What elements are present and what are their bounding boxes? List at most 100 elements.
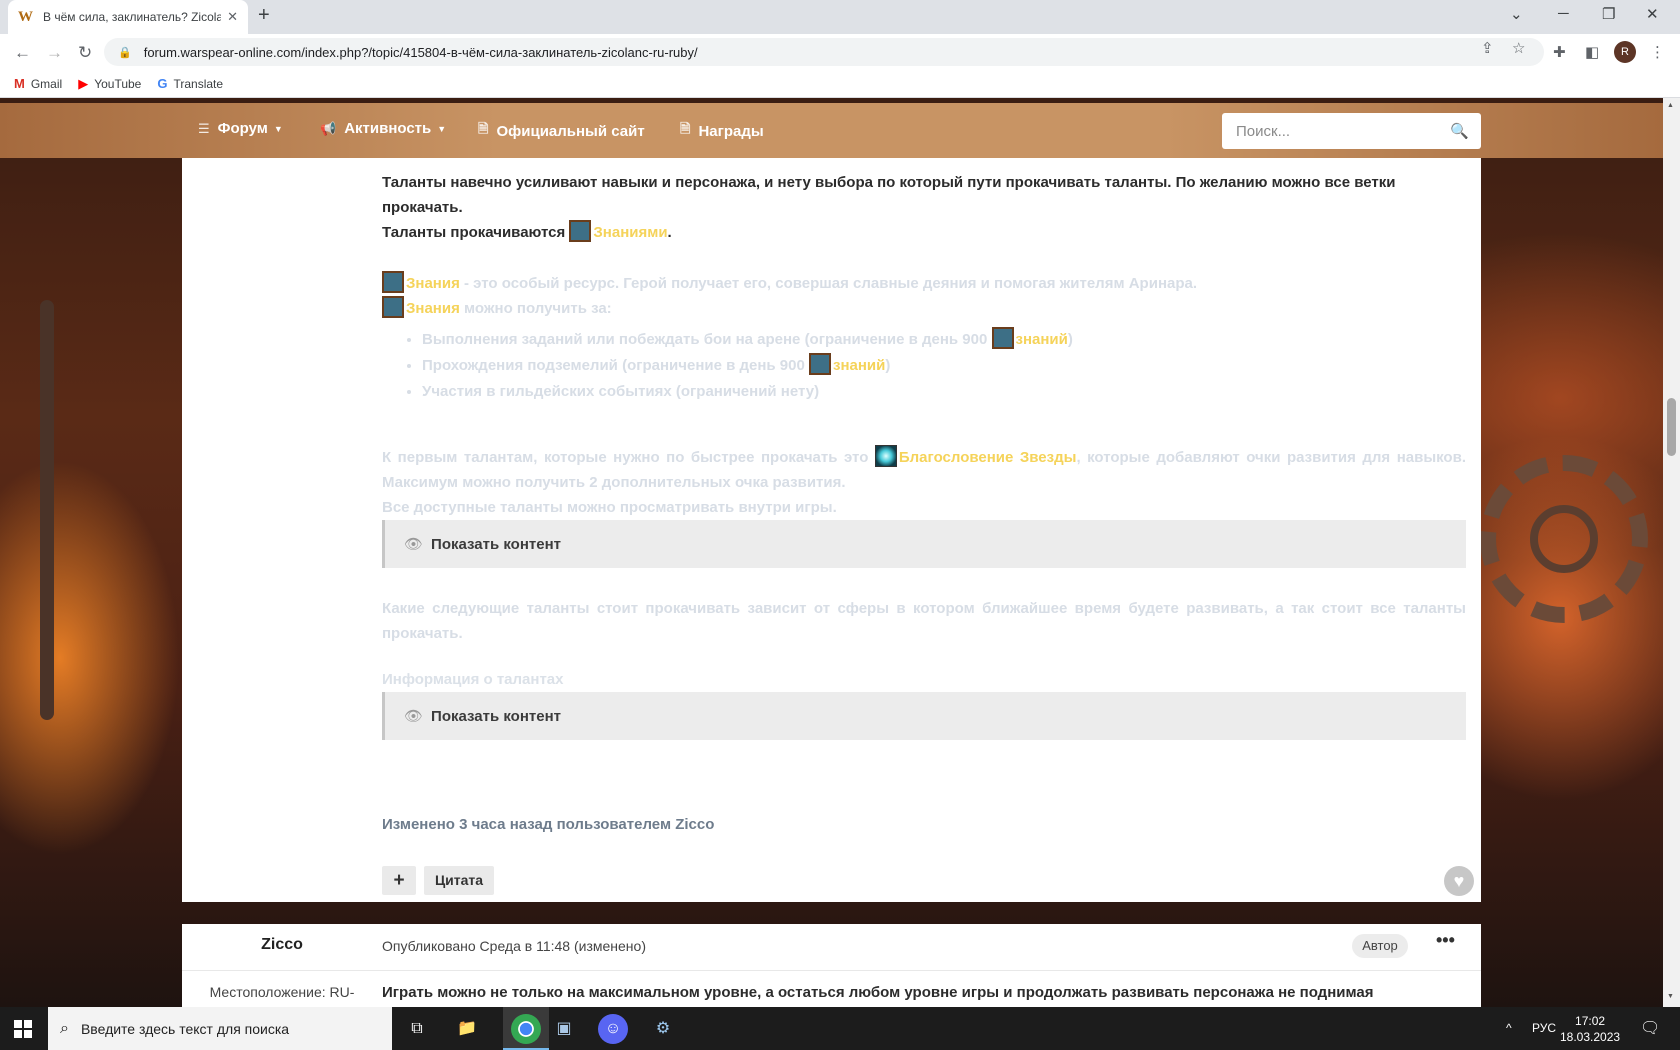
post-text: Какие следующие таланты стоит прокачиват… (382, 600, 1466, 642)
spoiler-label: Показать контент (431, 707, 561, 725)
clock-time: 17:02 (1575, 1014, 1606, 1028)
spoiler-toggle[interactable]: 👁 Показать контент (382, 692, 1466, 740)
eye-icon: 👁 (404, 535, 424, 553)
star-blessing-link[interactable]: Благословение Звезды (899, 449, 1077, 466)
star-blessing-icon (874, 445, 897, 467)
search-placeholder: Поиск... (1236, 122, 1291, 140)
nav-label: Форум (217, 120, 268, 137)
nav-forum[interactable]: ☰ Форум ▼ (198, 120, 283, 137)
discord-icon[interactable]: ☺ (598, 1014, 628, 1044)
search-icon: ⌕ (60, 1019, 69, 1037)
quote-button[interactable]: Цитата (424, 866, 494, 895)
tray-chevron-up-icon[interactable]: ^ (1506, 1021, 1512, 1035)
notifications-icon[interactable]: 🗨 (1640, 1018, 1660, 1038)
task-view-icon[interactable]: ⧉ (402, 1014, 432, 1044)
bookmarks-bar: M Gmail ▶ YouTube G Translate (0, 70, 1680, 98)
lock-icon: 🔒 (118, 46, 132, 59)
multiquote-button[interactable]: + (382, 866, 416, 895)
eye-icon: 👁 (404, 707, 424, 725)
profile-avatar[interactable]: R (1614, 41, 1636, 63)
edited-note: Изменено 3 часа назад пользователем Zicc… (382, 816, 715, 833)
browser-tab[interactable]: W В чём сила, заклинатель? Zicola ✕ (8, 0, 248, 34)
search-icon[interactable]: 🔍 (1450, 122, 1469, 140)
bookmark-label: Gmail (30, 76, 63, 91)
bookmark-youtube[interactable]: ▶ YouTube (78, 76, 141, 92)
knowledge-link[interactable]: Знания (406, 300, 460, 317)
tab-search-chevron-icon[interactable]: ⌄ (1510, 5, 1523, 23)
bookmark-gmail[interactable]: M Gmail (14, 76, 62, 91)
post-content: Таланты навечно усиливают навыки и персо… (382, 170, 1466, 768)
close-window-icon[interactable]: ✕ (1646, 5, 1659, 23)
scroll-down-icon[interactable]: ▼ (1667, 993, 1674, 1000)
bookmark-label: YouTube (94, 76, 142, 91)
close-tab-icon[interactable]: ✕ (227, 9, 238, 25)
list-item: Участия в гильдейских событиях (ограниче… (422, 379, 1466, 405)
list-icon: ☰ (198, 120, 210, 136)
chrome-icon[interactable] (511, 1014, 541, 1044)
minimize-icon[interactable]: ─ (1558, 5, 1569, 22)
nav-label: Активность (344, 120, 432, 137)
list-item: Прохождения подземелий (ограничение в де… (422, 353, 1466, 379)
reload-icon[interactable]: ↻ (78, 43, 92, 63)
knowledge-book-icon (382, 271, 404, 293)
back-arrow-icon[interactable]: ← (14, 43, 31, 63)
chrome-menu-icon[interactable]: ⋮ (1650, 43, 1665, 61)
page-scrollbar[interactable]: ▲ ▼ (1663, 98, 1680, 1007)
knowledge-link[interactable]: знаний (833, 357, 885, 374)
background-pipe (40, 300, 54, 720)
search-input[interactable]: Поиск... 🔍 (1222, 113, 1481, 149)
knowledge-book-icon (382, 296, 404, 318)
post-author[interactable]: Ziccо (182, 936, 382, 954)
address-toolbar: ← → ↻ 🔒 forum.warspear-online.com/index.… (0, 34, 1680, 70)
post-text: Таланты навечно усиливают навыки и персо… (382, 174, 1396, 216)
windows-start-icon[interactable] (14, 1020, 32, 1038)
youtube-icon: ▶ (78, 75, 89, 91)
forum-navbar: ☰ Форум ▼ 📢 Активность ▼ 🗎 Официальный с… (0, 103, 1663, 158)
post-text: Выполнения заданий или побеждать бои на … (422, 331, 992, 348)
side-panel-icon[interactable]: ◧ (1585, 43, 1599, 61)
file-explorer-icon[interactable]: 📁 (452, 1014, 482, 1044)
spoiler-toggle[interactable]: 👁 Показать контент (382, 520, 1466, 568)
knowledge-link[interactable]: Знания (406, 275, 460, 292)
share-icon[interactable]: ⇪ (1481, 39, 1494, 57)
post-snippet: Играть можно не только на максимальном у… (382, 984, 1374, 1001)
nav-official-site[interactable]: 🗎 Официальный сайт (478, 120, 645, 142)
extensions-icon[interactable]: ✚ (1553, 43, 1566, 61)
nav-awards[interactable]: 🗎 Награды (680, 120, 764, 142)
clock-date: 18.03.2023 (1560, 1030, 1621, 1044)
gmail-icon: M (14, 76, 25, 91)
taskbar-clock[interactable]: 17:02 18.03.2023 (1560, 1013, 1620, 1045)
app-icon[interactable]: ▣ (549, 1014, 579, 1044)
url-bar[interactable]: 🔒 forum.warspear-online.com/index.php?/t… (104, 38, 1544, 66)
taskbar-search-input[interactable]: ⌕ Введите здесь текст для поиска (48, 1007, 392, 1050)
post-text: можно получить за: (459, 300, 612, 317)
restore-icon[interactable]: ❐ (1602, 5, 1615, 23)
knowledge-link[interactable]: знаний (1016, 331, 1068, 348)
forward-arrow-icon[interactable]: → (46, 43, 63, 63)
knowledge-book-icon (809, 353, 832, 375)
knowledge-link[interactable]: Знаниями (593, 224, 667, 241)
spoiler-label: Показать контент (431, 535, 561, 553)
post-text: - это особый ресурс. Герой получает его,… (459, 275, 1198, 292)
post-text: Таланты прокачиваются (382, 224, 570, 241)
windows-taskbar: ⌕ Введите здесь текст для поиска ⧉ 📁 ▣ ☺… (0, 1007, 1680, 1050)
new-tab-icon[interactable]: + (258, 4, 270, 27)
scroll-up-icon[interactable]: ▲ (1667, 102, 1674, 109)
scrollbar-thumb[interactable] (1667, 398, 1676, 456)
post-card: Таланты навечно усиливают навыки и персо… (182, 158, 1481, 902)
heart-reaction-icon[interactable]: ♥ (1444, 866, 1474, 896)
more-options-icon[interactable]: ••• (1436, 930, 1455, 951)
steam-icon[interactable]: ⚙ (648, 1014, 678, 1044)
taskbar-search-placeholder: Введите здесь текст для поиска (80, 1020, 290, 1037)
talents-info-heading: Информация о талантах (382, 671, 564, 688)
keyboard-language[interactable]: РУС (1532, 1021, 1556, 1035)
post-paragraph: К первым талантам, которые нужно по быст… (382, 445, 1466, 520)
knowledge-book-icon (569, 220, 592, 242)
bookmark-translate[interactable]: G Translate (157, 76, 223, 91)
post-published-date[interactable]: Опубликовано Среда в 11:48 (изменено) (382, 938, 646, 954)
document-icon: 🗎 (680, 121, 691, 136)
nav-activity[interactable]: 📢 Активность ▼ (320, 120, 446, 137)
bookmark-star-icon[interactable]: ☆ (1512, 39, 1525, 57)
post-text: К первым талантам, которые нужно по быст… (382, 449, 875, 466)
megaphone-icon: 📢 (320, 120, 337, 136)
